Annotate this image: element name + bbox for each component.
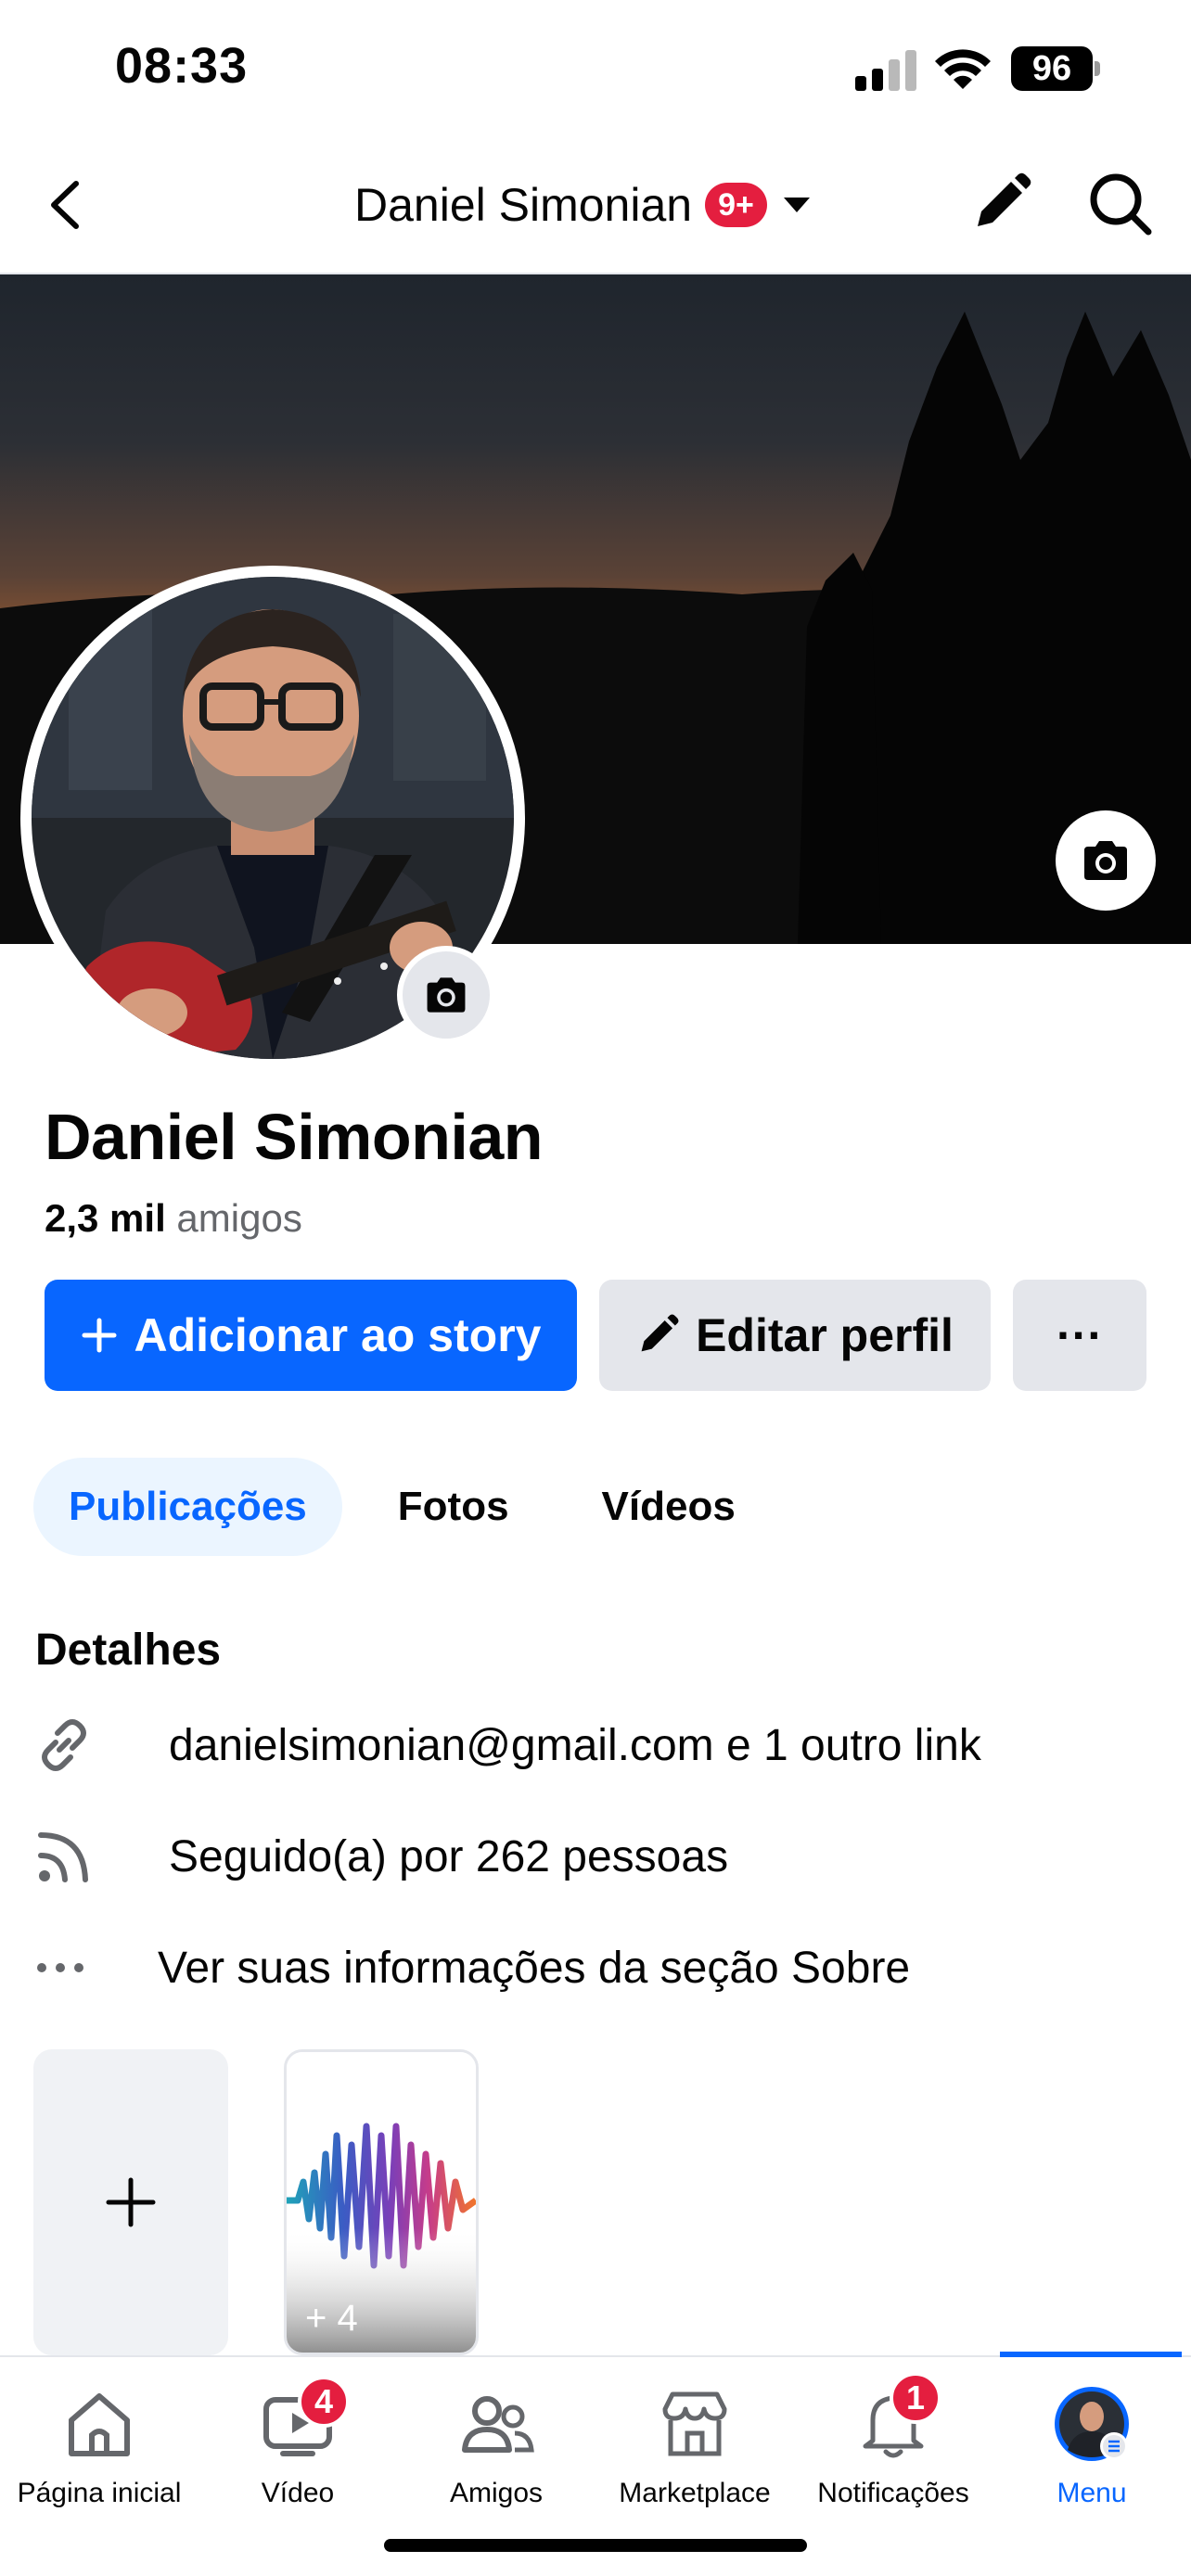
nav-friends[interactable]: Amigos	[397, 2357, 596, 2543]
pencil-icon	[641, 1314, 679, 1352]
status-bar: 08:33 96	[0, 0, 1191, 139]
search-icon[interactable]	[1087, 171, 1154, 237]
header-title: Daniel Simonian	[354, 179, 693, 231]
back-chevron-icon[interactable]	[39, 172, 95, 237]
friends-icon	[462, 2396, 534, 2453]
home-icon	[69, 2393, 130, 2456]
nav-menu[interactable]: Menu	[992, 2357, 1191, 2543]
add-featured-button[interactable]	[33, 2049, 228, 2355]
featured-count: + 4	[305, 2298, 358, 2339]
detail-followers-text: Seguido(a) por 262 pessoas	[169, 1831, 729, 1881]
tab-publicacoes[interactable]: Publicações	[33, 1458, 342, 1556]
detail-followers[interactable]: Seguido(a) por 262 pessoas	[35, 1819, 728, 1894]
profile-header: Daniel Simonian 9+	[0, 139, 1191, 274]
detail-about-text: Ver suas informações da seção Sobre	[158, 1943, 911, 1993]
detail-links-text: danielsimonian@gmail.com e 1 outro link	[169, 1720, 981, 1770]
tab-fotos[interactable]: Fotos	[342, 1458, 556, 1556]
cellular-signal-icon	[855, 50, 916, 91]
caret-down-icon	[783, 198, 810, 212]
nav-notifications[interactable]: 1 Notificações	[794, 2357, 992, 2543]
details-heading: Detalhes	[35, 1626, 222, 1675]
more-options-label: ···	[1057, 1309, 1103, 1361]
camera-icon	[1084, 841, 1127, 880]
add-to-story-button[interactable]: Adicionar ao story	[45, 1280, 577, 1391]
detail-links[interactable]: danielsimonian@gmail.com e 1 outro link	[35, 1708, 981, 1782]
video-badge: 4	[298, 2376, 350, 2428]
plus-icon	[106, 2177, 156, 2227]
add-to-story-label: Adicionar ao story	[134, 1309, 542, 1361]
friends-count: 2,3 mil	[45, 1196, 166, 1240]
wifi-icon	[935, 49, 991, 89]
featured-collection-card[interactable]: + 4	[284, 2049, 479, 2355]
nav-friends-label: Amigos	[449, 2478, 544, 2508]
cover-camera-button[interactable]	[1056, 810, 1156, 911]
nav-menu-label: Menu	[1057, 2478, 1127, 2508]
plus-icon	[82, 1318, 116, 1353]
marketplace-icon	[662, 2391, 727, 2456]
edit-profile-button[interactable]: Editar perfil	[599, 1280, 991, 1391]
nav-video-label: Vídeo	[261, 2478, 335, 2508]
detail-about[interactable]: Ver suas informações da seção Sobre	[35, 1931, 910, 2005]
profile-name: Daniel Simonian	[45, 1101, 544, 1173]
avatar-camera-button[interactable]	[397, 946, 495, 1044]
link-icon	[42, 1719, 86, 1771]
nav-home-label: Página inicial	[17, 2478, 182, 2508]
notifications-badge: 1	[890, 2372, 941, 2424]
camera-icon	[427, 977, 466, 1013]
profile-tabs: Publicações Fotos Vídeos	[33, 1458, 763, 1556]
nav-marketplace-label: Marketplace	[619, 2478, 771, 2508]
menu-avatar-icon	[1055, 2387, 1129, 2461]
nav-marketplace[interactable]: Marketplace	[596, 2357, 794, 2543]
home-indicator	[384, 2539, 807, 2552]
more-options-button[interactable]: ···	[1013, 1280, 1146, 1391]
profile-switcher[interactable]: Daniel Simonian 9+	[354, 172, 813, 237]
edit-profile-label: Editar perfil	[696, 1309, 954, 1361]
more-dots-icon	[37, 1963, 83, 1972]
battery-level: 96	[1011, 46, 1093, 91]
nav-notifications-label: Notificações	[817, 2478, 969, 2508]
friends-count-link[interactable]: 2,3 mil amigos	[45, 1196, 302, 1241]
nav-video[interactable]: 4 Vídeo	[198, 2357, 397, 2543]
battery-icon: 96	[1011, 46, 1100, 91]
friends-label: amigos	[176, 1196, 302, 1240]
pencil-icon[interactable]	[970, 172, 1031, 234]
rss-icon	[38, 1832, 88, 1882]
notification-count-badge: 9+	[705, 183, 767, 227]
tab-videos[interactable]: Vídeos	[556, 1458, 763, 1556]
nav-home[interactable]: Página inicial	[0, 2357, 198, 2543]
status-time: 08:33	[115, 38, 249, 94]
